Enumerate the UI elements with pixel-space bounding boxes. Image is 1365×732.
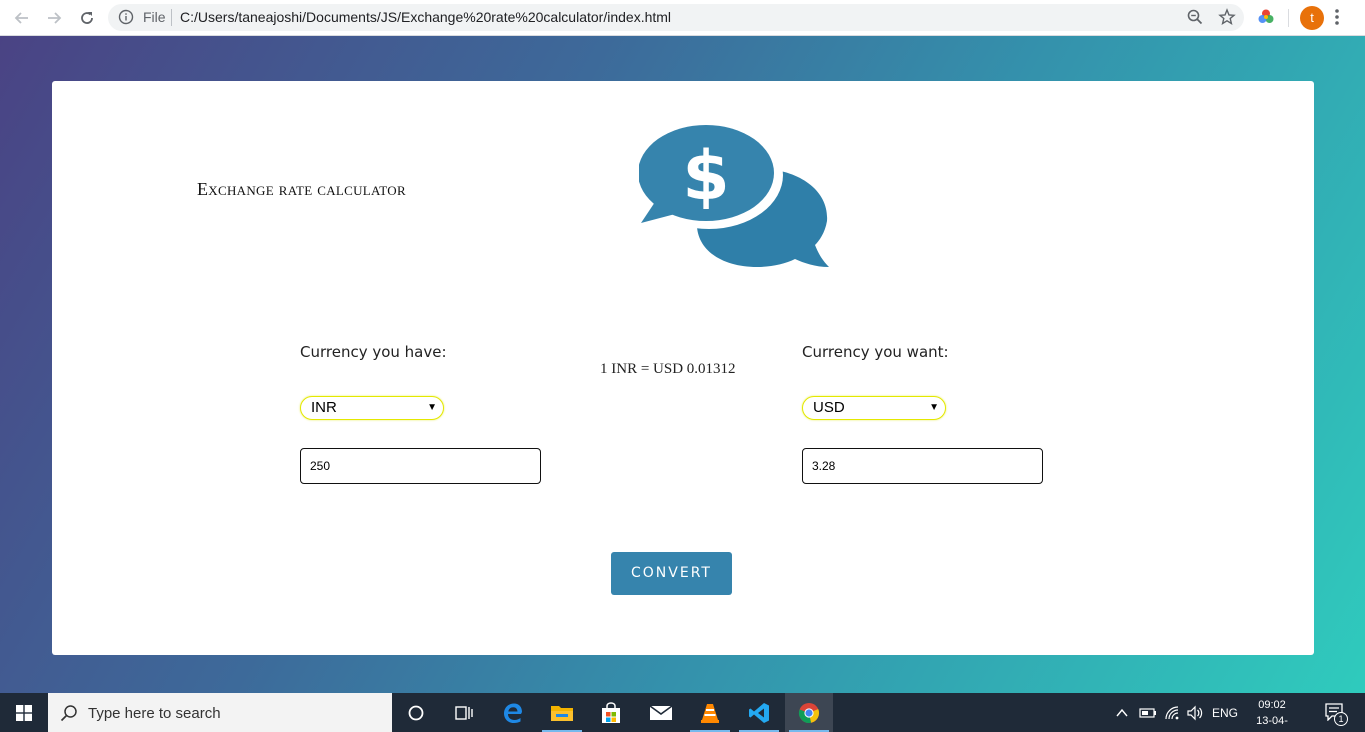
clock-time: 09:02 (1258, 699, 1286, 711)
forward-button[interactable] (42, 6, 66, 30)
search-icon (60, 705, 77, 722)
from-currency-value: INR (311, 399, 337, 416)
svg-text:$: $ (682, 137, 729, 216)
bookmark-star-icon[interactable] (1218, 8, 1236, 26)
file-explorer-app[interactable] (538, 693, 586, 732)
task-view-icon (455, 705, 473, 720)
reload-button[interactable] (75, 6, 99, 30)
search-placeholder: Type here to search (88, 705, 221, 722)
to-currency-select[interactable]: USD ▼ (802, 396, 946, 420)
vscode-icon (749, 702, 769, 723)
battery-icon[interactable] (1139, 707, 1157, 719)
vscode-app[interactable] (735, 693, 783, 732)
cortana-circle-icon (408, 705, 424, 720)
more-menu-icon[interactable] (1334, 8, 1340, 26)
edge-app[interactable] (489, 693, 537, 732)
action-center-button[interactable]: 1 (1318, 693, 1365, 732)
from-currency-select[interactable]: INR ▼ (300, 396, 444, 420)
extension-colorwheel-icon[interactable] (1257, 8, 1275, 26)
edge-icon (504, 703, 522, 723)
back-arrow-icon (14, 12, 28, 24)
want-label: Currency you want: (802, 343, 949, 361)
volume-icon[interactable] (1186, 705, 1204, 721)
chrome-app[interactable] (785, 693, 833, 732)
mail-envelope-icon (649, 704, 673, 720)
have-label: Currency you have: (300, 343, 447, 361)
address-bar[interactable]: File C:/Users/taneajoshi/Documents/JS/Ex… (108, 4, 1244, 31)
store-app[interactable] (587, 693, 635, 732)
taskbar-search-box[interactable]: Type here to search (48, 693, 392, 732)
windows-taskbar: Type here to search ENG 09:02 13-04-2020 (0, 693, 1365, 732)
back-button[interactable] (10, 6, 34, 30)
show-hidden-icons-chevron-icon[interactable] (1116, 708, 1128, 718)
mail-app[interactable] (637, 693, 685, 732)
to-currency-value: USD (813, 399, 845, 416)
vlc-cone-icon (701, 703, 719, 723)
vlc-app[interactable] (686, 693, 734, 732)
omnibox-divider (171, 9, 172, 26)
info-icon[interactable] (118, 9, 134, 25)
start-button[interactable] (0, 693, 48, 732)
store-bag-icon (602, 701, 620, 723)
to-amount-input[interactable]: 3.28 (802, 448, 1043, 484)
rate-text: 1 INR = USD 0.01312 (600, 361, 736, 377)
wifi-icon[interactable] (1164, 705, 1180, 721)
forward-arrow-icon (48, 12, 62, 24)
language-indicator[interactable]: ENG (1212, 706, 1238, 720)
file-label: File (143, 9, 166, 25)
taskbar-clock[interactable]: 09:02 13-04-2020 (1244, 697, 1300, 732)
windows-logo-icon (16, 704, 32, 721)
url-text[interactable]: C:/Users/taneajoshi/Documents/JS/Exchang… (180, 9, 671, 25)
profile-avatar[interactable]: t (1300, 6, 1324, 30)
clock-date: 13-04-2020 (1256, 715, 1288, 732)
cortana-button[interactable] (392, 693, 440, 732)
zoom-icon[interactable] (1186, 8, 1204, 26)
calculator-card: Exchange rate calculator $ Currency you … (52, 81, 1314, 655)
dropdown-arrow-icon: ▼ (929, 402, 939, 413)
from-amount-input[interactable]: 250 (300, 448, 541, 484)
browser-toolbar: File C:/Users/taneajoshi/Documents/JS/Ex… (0, 0, 1365, 36)
chrome-icon (798, 702, 820, 723)
task-view-button[interactable] (440, 693, 488, 732)
notification-badge: 1 (1334, 712, 1348, 726)
page-title: Exchange rate calculator (197, 179, 406, 199)
convert-button[interactable]: CONVERT (611, 552, 732, 595)
folder-icon (551, 705, 573, 721)
reload-icon (81, 12, 93, 24)
dollar-chat-bubbles-icon: $ (639, 121, 829, 267)
page-background: Exchange rate calculator $ Currency you … (0, 36, 1365, 693)
toolbar-divider (1288, 9, 1289, 27)
dropdown-arrow-icon: ▼ (427, 402, 437, 413)
